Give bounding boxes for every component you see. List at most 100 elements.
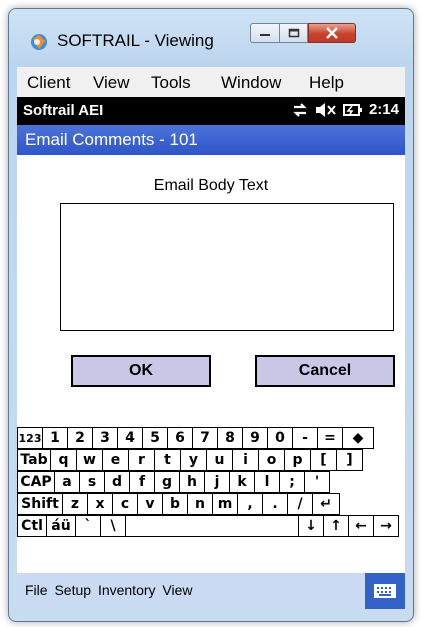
status-bar: Softrail AEI 2:14 [17,97,405,125]
key-equals[interactable]: = [317,427,343,449]
key-c[interactable]: c [112,493,138,515]
menu-window[interactable]: Window [221,73,281,93]
key-bracket-right[interactable]: ] [336,449,363,471]
soft-keyboard: 123 1 2 3 4 5 6 7 8 9 0 - = ◆ Tab q w e … [17,427,405,563]
keyboard-icon [374,584,396,598]
keyboard-row-5: Ctl áü ` \ ↓ ↑ ← → [17,515,399,537]
form-title-bar: Email Comments - 101 [17,125,405,155]
key-accents[interactable]: áü [46,515,76,537]
key-x[interactable]: x [87,493,113,515]
cancel-button[interactable]: Cancel [255,355,395,387]
key-caps[interactable]: CAP [17,471,55,493]
window-title: SOFTRAIL - Viewing [57,31,214,50]
key-l[interactable]: l [254,471,280,493]
command-setup[interactable]: Setup [54,582,91,598]
key-m[interactable]: m [212,493,238,515]
key-z[interactable]: z [62,493,88,515]
key-shift[interactable]: Shift [17,493,63,515]
key-3[interactable]: 3 [92,427,118,449]
key-j[interactable]: j [204,471,230,493]
key-n[interactable]: n [187,493,213,515]
key-backslash[interactable]: \ [100,515,126,537]
key-comma[interactable]: , [237,493,263,515]
minimize-icon [260,34,270,36]
key-8[interactable]: 8 [217,427,243,449]
key-arrow-right[interactable]: → [373,515,399,537]
key-d[interactable]: d [104,471,130,493]
key-b[interactable]: b [162,493,188,515]
key-5[interactable]: 5 [142,427,168,449]
key-w[interactable]: w [76,449,103,471]
command-menu: File Setup Inventory View [25,582,196,598]
connectivity-icon[interactable] [291,102,309,118]
key-g[interactable]: g [154,471,180,493]
key-arrow-up[interactable]: ↑ [323,515,349,537]
minimize-button[interactable] [250,23,280,43]
app-icon [31,34,47,50]
key-quote[interactable]: ' [304,471,330,493]
key-o[interactable]: o [258,449,285,471]
key-arrow-down[interactable]: ↓ [298,515,324,537]
app-window: SOFTRAIL - Viewing Client View Tools Win… [8,8,414,622]
key-p[interactable]: p [284,449,311,471]
close-button[interactable] [308,23,356,43]
command-view[interactable]: View [162,582,192,598]
command-bar: File Setup Inventory View [17,573,405,609]
key-a[interactable]: a [54,471,80,493]
form-title: Email Comments - 101 [25,130,198,149]
key-2[interactable]: 2 [67,427,93,449]
key-f[interactable]: f [129,471,155,493]
status-icons: 2:14 [291,101,399,118]
keyboard-toggle-button[interactable] [365,573,405,609]
key-6[interactable]: 6 [167,427,193,449]
key-u[interactable]: u [206,449,233,471]
enter-key[interactable]: ↵ [312,493,340,515]
keyboard-row-2: Tab q w e r t y u i o p [ ] [17,449,363,471]
key-4[interactable]: 4 [117,427,143,449]
email-body-label: Email Body Text [153,177,269,194]
key-h[interactable]: h [179,471,205,493]
key-9[interactable]: 9 [242,427,268,449]
key-bracket-left[interactable]: [ [310,449,337,471]
key-ctl[interactable]: Ctl [17,515,47,537]
menu-view[interactable]: View [93,73,130,93]
key-1[interactable]: 1 [42,427,68,449]
command-inventory[interactable]: Inventory [98,582,156,598]
backspace-key[interactable]: ◆ [342,427,374,449]
ok-button[interactable]: OK [71,355,211,387]
keyboard-row-4: Shift z x c v b n m , . / ↵ [17,493,340,515]
email-body-input[interactable] [60,203,394,331]
key-k[interactable]: k [229,471,255,493]
menu-tools[interactable]: Tools [151,73,191,93]
key-0[interactable]: 0 [267,427,293,449]
volume-muted-icon[interactable] [315,102,337,118]
command-file[interactable]: File [25,582,48,598]
key-semicolon[interactable]: ; [279,471,305,493]
key-t[interactable]: t [154,449,181,471]
maximize-icon [288,28,299,38]
status-time[interactable]: 2:14 [369,101,399,118]
close-icon [326,27,338,39]
key-y[interactable]: y [180,449,207,471]
key-r[interactable]: r [128,449,155,471]
key-i[interactable]: i [232,449,259,471]
battery-charging-icon[interactable] [342,102,363,118]
key-minus[interactable]: - [292,427,318,449]
key-slash[interactable]: / [287,493,313,515]
key-period[interactable]: . [262,493,288,515]
key-e[interactable]: e [102,449,129,471]
key-tab[interactable]: Tab [17,449,51,471]
key-arrow-left[interactable]: ← [348,515,374,537]
key-123[interactable]: 123 [17,427,43,449]
key-space[interactable] [125,515,299,537]
menu-client[interactable]: Client [27,73,70,93]
key-q[interactable]: q [50,449,77,471]
key-7[interactable]: 7 [192,427,218,449]
key-v[interactable]: v [137,493,163,515]
keyboard-row-3: CAP a s d f g h j k l ; ' [17,471,330,493]
menu-help[interactable]: Help [309,73,344,93]
key-backtick[interactable]: ` [75,515,101,537]
maximize-button[interactable] [280,23,308,43]
keyboard-row-1: 123 1 2 3 4 5 6 7 8 9 0 - = ◆ [17,427,374,449]
key-s[interactable]: s [79,471,105,493]
